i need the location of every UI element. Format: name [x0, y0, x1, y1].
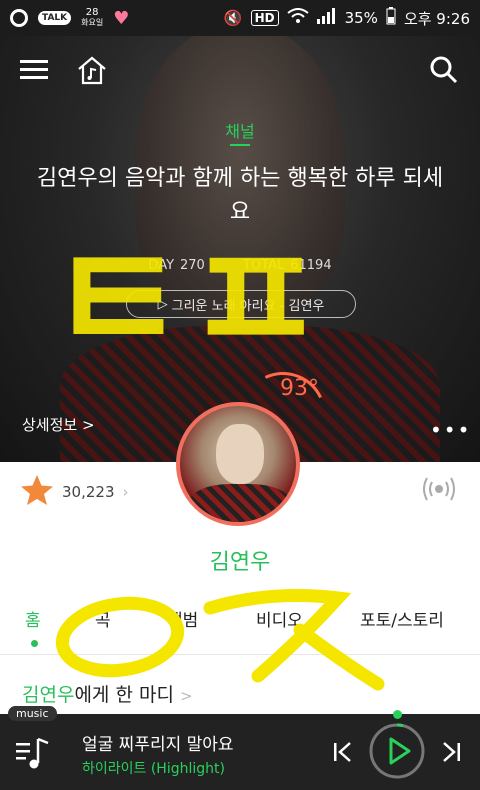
tab-albums[interactable]: 앨범 — [167, 606, 198, 631]
now-playing-artist[interactable]: 하이라이트 (Highlight) — [82, 758, 225, 778]
progress-dot[interactable] — [393, 710, 402, 719]
comment-arrow: > — [179, 687, 193, 705]
signal-icon — [316, 8, 337, 28]
wifi-icon — [286, 8, 309, 28]
date-number: 28 — [85, 7, 99, 18]
date-day: 화요일 — [81, 18, 104, 27]
tab-songs[interactable]: 곡 — [95, 606, 111, 631]
chevron-right-icon: › — [122, 483, 129, 501]
search-icon[interactable] — [426, 52, 462, 88]
avatar-jacket — [188, 484, 292, 522]
channel-hero: 채널 김연우의 음악과 함께 하는 행복한 하루 되세요 DAY 270 TOTA… — [0, 36, 480, 462]
artist-name: 김연우 — [209, 550, 271, 575]
fan-count: 30,223 — [62, 483, 115, 501]
talk-badge: TALK — [38, 11, 72, 25]
detail-info-link[interactable]: 상세정보 > — [22, 414, 95, 435]
active-tab-indicator — [31, 640, 38, 647]
battery-icon — [386, 7, 396, 29]
more-options-icon[interactable]: ••• — [430, 418, 471, 442]
now-playing-title[interactable]: 얼굴 찌푸리지 말아요 — [82, 730, 234, 755]
artist-tabs: 홈 곡 앨범 비디오 포토/스토리 — [0, 606, 480, 647]
tab-videos[interactable]: 비디오 — [256, 606, 303, 631]
comment-artist-name: 김연우 — [22, 684, 75, 706]
fan-row[interactable]: 30,223 › — [20, 474, 129, 510]
next-icon[interactable] — [438, 738, 464, 766]
comment-link[interactable]: 김연우에게 한 마디 > — [22, 680, 193, 707]
status-bar: TALK 28 화요일 ♥ 🔇 HD 35% 오후 9:26 — [0, 0, 480, 36]
home-music-icon[interactable] — [74, 52, 110, 88]
top-navigation — [0, 36, 480, 106]
battery-percent: 35% — [344, 9, 378, 27]
mini-player: 얼굴 찌푸리지 말아요 하이라이트 (Highlight) — [0, 710, 480, 790]
tab-home[interactable]: 홈 — [25, 606, 41, 631]
comment-text: 에게 한 마디 — [74, 684, 174, 706]
previous-icon[interactable] — [330, 738, 356, 766]
tab-photo-story[interactable]: 포토/스토리 — [360, 606, 444, 631]
menu-icon[interactable] — [16, 52, 52, 88]
heart-icon: ♥ — [113, 7, 130, 29]
artist-avatar[interactable] — [176, 402, 300, 526]
melon-app-icon — [10, 9, 28, 27]
avatar-face — [216, 424, 264, 484]
broadcast-icon[interactable] — [420, 474, 458, 508]
star-icon — [20, 474, 54, 510]
music-tag: music — [8, 706, 57, 721]
play-button[interactable] — [368, 722, 426, 780]
channel-underline — [230, 144, 250, 146]
section-divider — [0, 654, 480, 655]
handwritten-annotation: ㅌㅍ — [48, 214, 325, 388]
mute-icon: 🔇 — [223, 9, 243, 27]
date-widget: 28 화요일 — [81, 8, 103, 28]
hd-badge: HD — [250, 10, 279, 26]
channel-label: 채널 — [225, 122, 255, 141]
clock: 오후 9:26 — [403, 9, 470, 28]
playlist-icon[interactable] — [12, 732, 56, 774]
